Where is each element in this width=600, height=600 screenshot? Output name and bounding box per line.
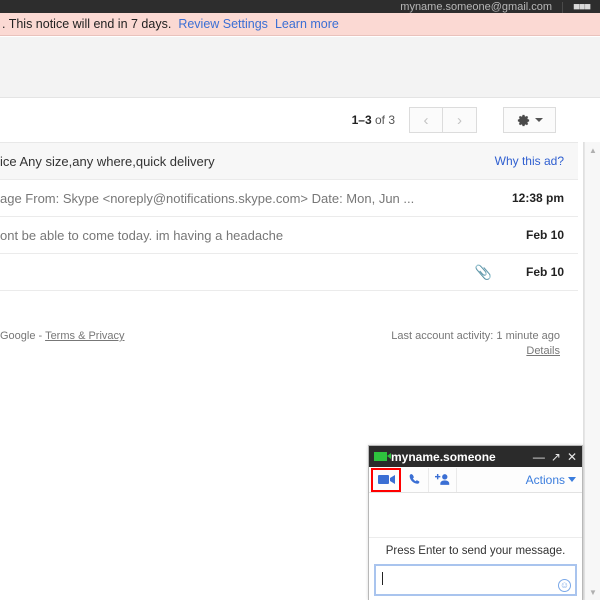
account-email[interactable]: myname.someone@gmail.com xyxy=(400,2,562,13)
table-row[interactable]: 📎 Feb 10 xyxy=(0,254,578,291)
pagination-range: 1–3 xyxy=(351,113,372,127)
table-row[interactable]: age From: Skype <noreply@notifications.s… xyxy=(0,180,578,217)
chat-window: myname.someone — ↗ ✕ Actions Press Enter… xyxy=(368,445,583,600)
chat-toolbar: Actions xyxy=(369,467,582,493)
message-date: Feb 10 xyxy=(525,265,564,279)
apps-grid-icon[interactable]: ■■■ xyxy=(573,2,600,13)
learn-more-link[interactable]: Learn more xyxy=(275,17,339,31)
pagination-count: 1–3 of 3 xyxy=(352,113,395,127)
prev-page-button[interactable]: ‹ xyxy=(409,107,443,133)
chat-message-input[interactable]: ☺ xyxy=(374,564,577,596)
mail-footer: Google - Terms & Privacy Last account ac… xyxy=(0,326,578,366)
topbar-divider xyxy=(562,2,564,13)
video-camera-icon xyxy=(374,452,391,461)
pagination-total: of 3 xyxy=(374,113,395,127)
message-snippet: ont be able to come today. im having a h… xyxy=(0,227,284,243)
add-person-icon xyxy=(434,473,449,485)
chat-popout-button[interactable]: ↗ xyxy=(551,451,561,463)
why-this-ad-link[interactable]: Why this ad? xyxy=(495,154,564,168)
mail-toolbar xyxy=(0,37,600,98)
review-settings-link[interactable]: Review Settings xyxy=(178,17,268,31)
chat-send-hint: Press Enter to send your message. xyxy=(385,545,566,557)
chat-message-area xyxy=(369,493,582,538)
vertical-scrollbar[interactable]: ▲ ▼ xyxy=(584,142,600,600)
chat-input-wrapper: ☺ xyxy=(369,564,582,596)
message-date: Feb 10 xyxy=(525,228,564,242)
scroll-down-icon[interactable]: ▼ xyxy=(585,584,600,600)
phone-call-icon xyxy=(409,473,420,484)
table-row[interactable]: ont be able to come today. im having a h… xyxy=(0,217,578,254)
pagination-arrows: ‹ › xyxy=(409,107,477,133)
mail-list: ice Any size,any where,quick delivery Wh… xyxy=(0,142,578,291)
chat-minimize-button[interactable]: — xyxy=(533,451,545,463)
notice-text: . This notice will end in 7 days. xyxy=(2,17,172,31)
next-page-button[interactable]: › xyxy=(443,107,477,133)
chat-titlebar[interactable]: myname.someone — ↗ ✕ xyxy=(369,446,582,467)
footer-activity: Last account activity: 1 minute ago Deta… xyxy=(391,330,560,357)
pagination-bar: 1–3 of 3 ‹ › xyxy=(0,98,600,142)
chevron-down-icon xyxy=(535,118,543,122)
smiley-icon[interactable]: ☺ xyxy=(558,579,571,592)
chat-actions-label: Actions xyxy=(525,472,565,487)
message-date: 12:38 pm xyxy=(511,191,564,205)
gear-icon xyxy=(517,114,530,126)
last-activity-text: Last account activity: 1 minute ago xyxy=(391,330,560,342)
text-cursor xyxy=(382,572,383,586)
add-person-button[interactable] xyxy=(429,467,457,492)
table-row[interactable]: ice Any size,any where,quick delivery Wh… xyxy=(0,143,578,180)
google-topbar: myname.someone@gmail.com ■■■ xyxy=(0,0,600,13)
gmail-window: myname.someone@gmail.com ■■■ . This noti… xyxy=(0,0,600,600)
chat-contact-name: myname.someone xyxy=(391,449,496,464)
scroll-up-icon[interactable]: ▲ xyxy=(585,142,600,158)
phone-call-button[interactable] xyxy=(401,467,429,492)
chat-actions-dropdown[interactable]: Actions xyxy=(526,473,582,487)
ad-snippet: ice Any size,any where,quick delivery xyxy=(0,153,215,169)
chat-close-button[interactable]: ✕ xyxy=(567,451,577,463)
activity-details-link[interactable]: Details xyxy=(391,345,560,357)
notice-bar: . This notice will end in 7 days. Review… xyxy=(0,13,600,36)
video-call-icon xyxy=(377,475,395,484)
chevron-down-icon xyxy=(568,477,576,482)
google-label: Google - xyxy=(0,330,43,342)
terms-privacy-link[interactable]: Terms & Privacy xyxy=(45,330,124,342)
attachment-paperclip-icon: 📎 xyxy=(474,263,492,280)
video-call-button[interactable] xyxy=(371,467,401,492)
footer-google: Google - Terms & Privacy xyxy=(0,330,125,342)
settings-gear-button[interactable] xyxy=(503,107,556,133)
message-snippet: age From: Skype <noreply@notifications.s… xyxy=(0,190,415,206)
